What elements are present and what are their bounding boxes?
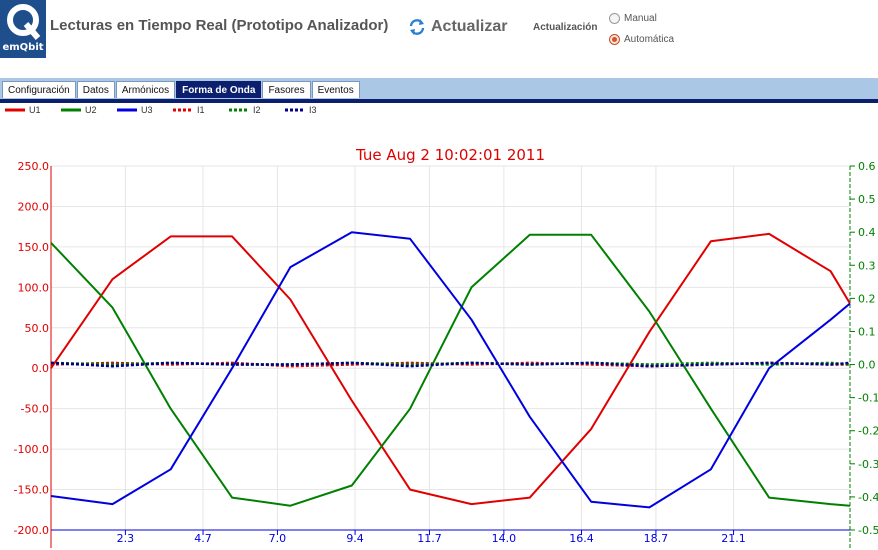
y2-tick-label: -0.2 <box>858 425 878 438</box>
y-tick-label: 250.0 <box>18 160 50 173</box>
legend-item-u3[interactable]: U3 <box>116 105 172 115</box>
x-tick-label: 4.7 <box>194 532 212 545</box>
refresh-button[interactable]: Actualizar <box>408 16 507 38</box>
chart-legend: U1 U2 U3 I1 I2 I3 <box>4 105 340 115</box>
x-tick-label: 18.7 <box>644 532 669 545</box>
y2-tick-label: -0.1 <box>858 392 878 405</box>
legend-label: U2 <box>85 105 97 115</box>
tab-fasores[interactable]: Fasores <box>262 81 311 98</box>
legend-label: I2 <box>253 105 261 115</box>
tab-configuracion[interactable]: Configuración <box>2 81 76 98</box>
legend-swatch <box>5 108 25 112</box>
legend-swatch <box>285 108 305 112</box>
x-tick-label: 16.4 <box>569 532 594 545</box>
refresh-label: Actualizar <box>431 18 508 35</box>
x-tick-label: 2.3 <box>117 532 135 545</box>
y-tick-label: 0.0 <box>32 362 50 375</box>
y2-tick-label: -0.4 <box>858 491 878 504</box>
waveform-chart: Tue Aug 2 10:02:01 2011 250.0 200.0 150.0 10… <box>14 146 878 548</box>
legend-label: U3 <box>141 105 153 115</box>
emqbit-logo: emQbit <box>0 0 46 58</box>
chart-title: Tue Aug 2 10:02:01 2011 <box>355 146 545 164</box>
legend-swatch <box>173 108 193 112</box>
radio-automatica[interactable]: Automática <box>609 34 674 45</box>
logo-text: emQbit <box>2 42 44 53</box>
tab-armonicos[interactable]: Armónicos <box>115 81 176 98</box>
x-tick-label: 7.0 <box>269 532 287 545</box>
legend-label: I1 <box>197 105 205 115</box>
y2-tick-label: 0.5 <box>858 193 876 206</box>
series-line-u3 <box>50 231 851 509</box>
x-tick-label: 14.0 <box>492 532 517 545</box>
legend-item-i1[interactable]: I1 <box>172 105 228 115</box>
y2-tick-label: 0.0 <box>858 359 876 372</box>
y2-tick-label: 0.3 <box>858 259 876 272</box>
update-mode-label: Actualización <box>533 22 598 33</box>
y2-tick-label: -0.3 <box>858 458 878 471</box>
tab-underline <box>0 99 878 103</box>
legend-item-i2[interactable]: I2 <box>228 105 284 115</box>
y-tick-label: -150.0 <box>14 484 49 497</box>
legend-item-i3[interactable]: I3 <box>284 105 340 115</box>
radio-manual-control[interactable] <box>609 13 620 24</box>
tabs: Configuración Datos Armónicos Forma de O… <box>2 81 361 98</box>
legend-swatch <box>61 108 81 112</box>
series-line-u1 <box>50 232 851 506</box>
tab-eventos[interactable]: Eventos <box>311 81 360 98</box>
y-tick-label: 100.0 <box>18 281 50 294</box>
y-tick-label: -100.0 <box>14 443 49 456</box>
y-tick-label: 200.0 <box>18 200 50 213</box>
legend-label: I3 <box>309 105 317 115</box>
y2-tick-label: 0.6 <box>858 160 876 173</box>
radio-manual-label: Manual <box>624 13 657 24</box>
tab-datos[interactable]: Datos <box>76 81 115 98</box>
radio-automatica-control[interactable] <box>609 34 620 45</box>
legend-item-u2[interactable]: U2 <box>60 105 116 115</box>
legend-swatch <box>229 108 249 112</box>
refresh-icon <box>409 19 425 35</box>
y2-tick-label: -0.5 <box>858 524 878 537</box>
y2-tick-label: 0.4 <box>858 226 876 239</box>
tab-forma-de-onda[interactable]: Forma de Onda <box>176 81 262 98</box>
logo-q-icon <box>4 2 42 40</box>
x-tick-label: 9.4 <box>346 532 364 545</box>
y-tick-label: 150.0 <box>18 241 50 254</box>
y2-tick-label: 0.1 <box>858 325 876 338</box>
series-line-u2 <box>50 233 851 507</box>
y-tick-label: -200.0 <box>14 524 49 537</box>
y2-tick-label: 0.2 <box>858 292 876 305</box>
header: emQbit Lecturas en Tiempo Real (Prototip… <box>0 0 878 60</box>
radio-automatica-label: Automática <box>624 34 675 45</box>
y-tick-label: -50.0 <box>21 403 49 416</box>
legend-label: U1 <box>29 105 41 115</box>
y-tick-label: 50.0 <box>25 322 50 335</box>
legend-item-u1[interactable]: U1 <box>4 105 60 115</box>
page-title: Lecturas en Tiempo Real (Prototipo Anali… <box>50 17 389 34</box>
legend-swatch <box>117 108 137 112</box>
radio-manual[interactable]: Manual <box>609 13 657 24</box>
series-line-i3 <box>50 361 851 368</box>
x-tick-label: 11.7 <box>417 532 442 545</box>
x-tick-label: 21.1 <box>721 532 746 545</box>
